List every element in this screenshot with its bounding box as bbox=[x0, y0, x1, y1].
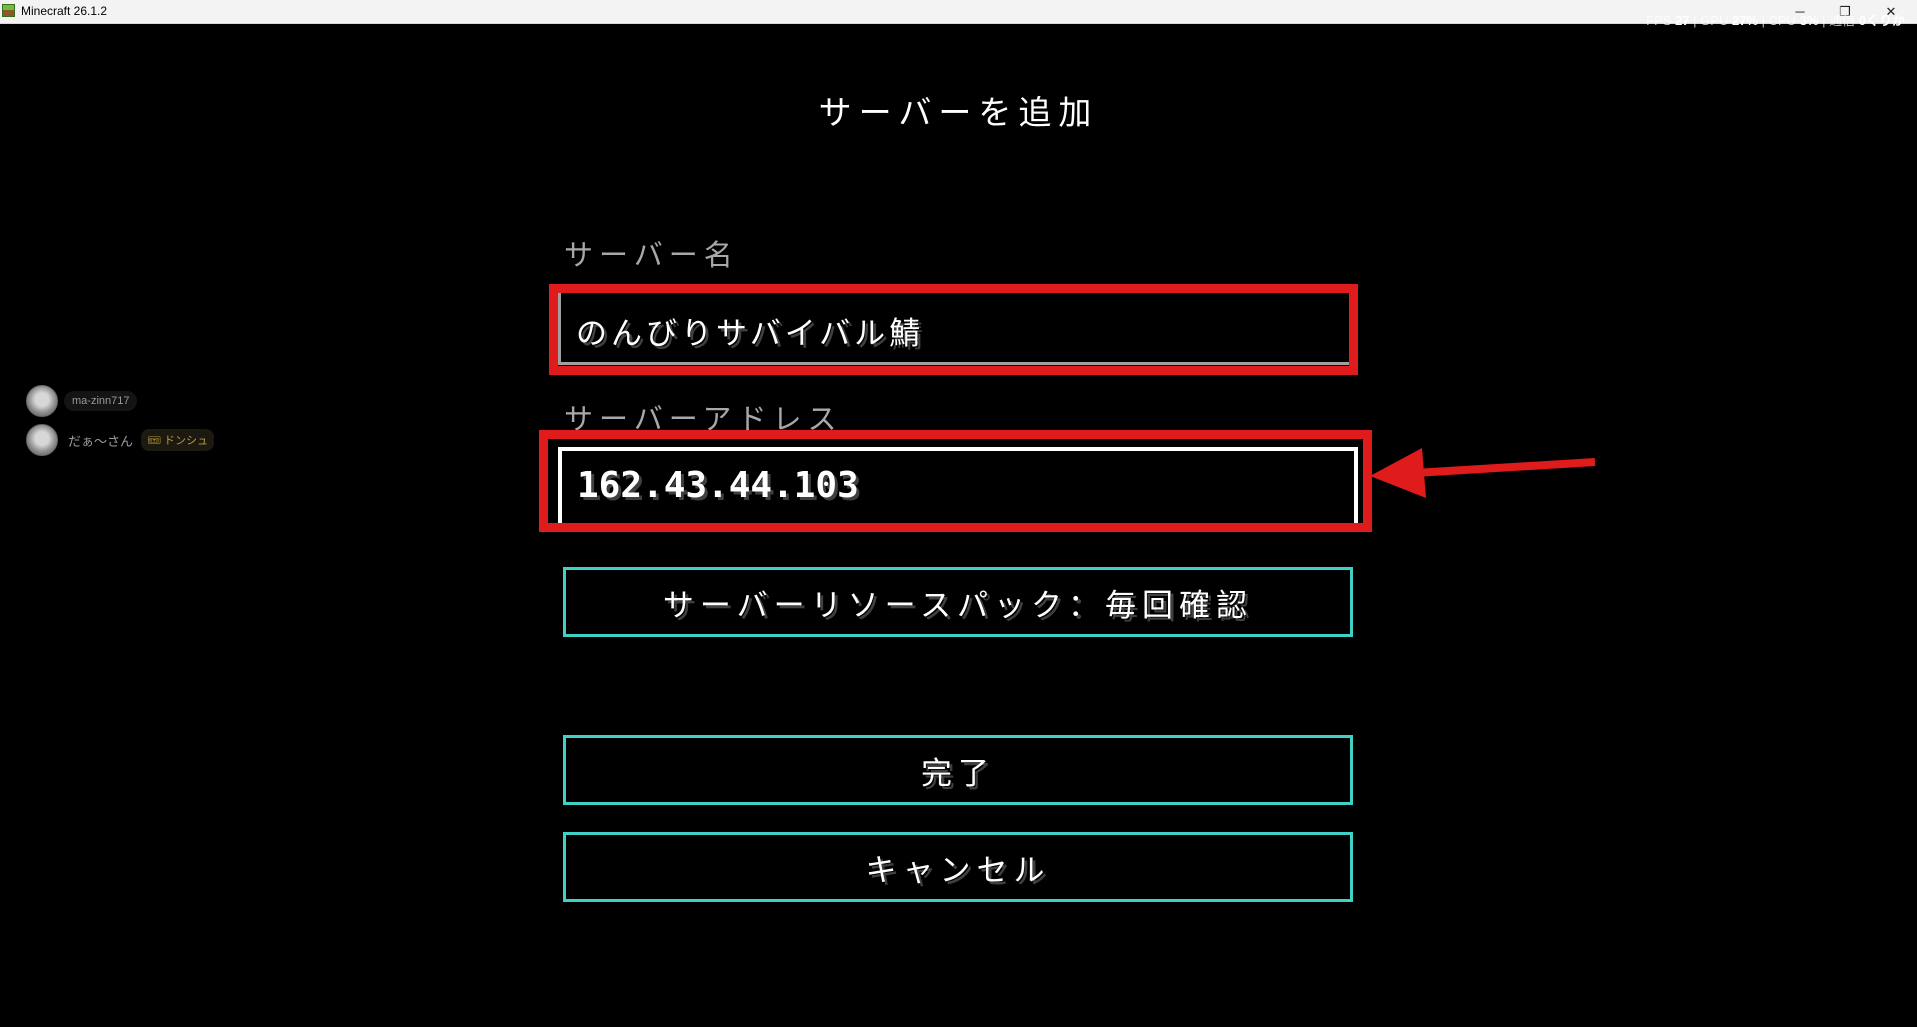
red-arrow-icon bbox=[1370, 448, 1596, 498]
resource-pack-button[interactable]: サーバーリソースパック：毎回確認 bbox=[563, 567, 1353, 637]
gpu-value: 27% bbox=[1731, 13, 1758, 28]
server-name-value: のんびりサバイバル鯖 bbox=[576, 316, 925, 352]
server-address-value: 162.43.44.103 bbox=[577, 465, 859, 506]
fps-value: 27 bbox=[1675, 13, 1690, 28]
done-button[interactable]: 完了 bbox=[563, 735, 1353, 805]
voice-chat-user: ma-zinn717 bbox=[26, 385, 138, 417]
gpu-label: GPU bbox=[1700, 13, 1729, 28]
page-title: サーバーを追加 bbox=[818, 93, 1099, 132]
minecraft-grass-block-icon bbox=[2, 4, 15, 17]
avatar bbox=[26, 424, 58, 456]
cpu-label: CPU bbox=[1768, 13, 1797, 28]
window-title: Minecraft 26.1.2 bbox=[21, 4, 108, 18]
speed-label: 通信 bbox=[1829, 13, 1856, 28]
cpu-value: 3% bbox=[1799, 13, 1819, 28]
window-titlebar: Minecraft 26.1.2 ─ ❐ ✕ bbox=[0, 0, 1917, 24]
avatar bbox=[26, 385, 58, 417]
server-address-input[interactable]: 162.43.44.103 bbox=[558, 447, 1358, 523]
speed-value: 0くりか bbox=[1858, 13, 1905, 28]
fps-label: FPS bbox=[1646, 13, 1672, 28]
user-tag-badge: 🎟 ドンシュ bbox=[141, 429, 215, 451]
server-name-input[interactable]: のんびりサバイバル鯖 bbox=[558, 287, 1352, 365]
server-name-label: サーバー名 bbox=[564, 238, 739, 272]
user-name: だぁ〜さん bbox=[68, 433, 134, 449]
server-address-label: サーバーアドレス bbox=[564, 402, 843, 436]
voice-chat-user: だぁ〜さん 🎟 ドンシュ bbox=[26, 424, 215, 456]
user-name: ma-zinn717 bbox=[64, 391, 138, 411]
cancel-button[interactable]: キャンセル bbox=[563, 832, 1353, 902]
